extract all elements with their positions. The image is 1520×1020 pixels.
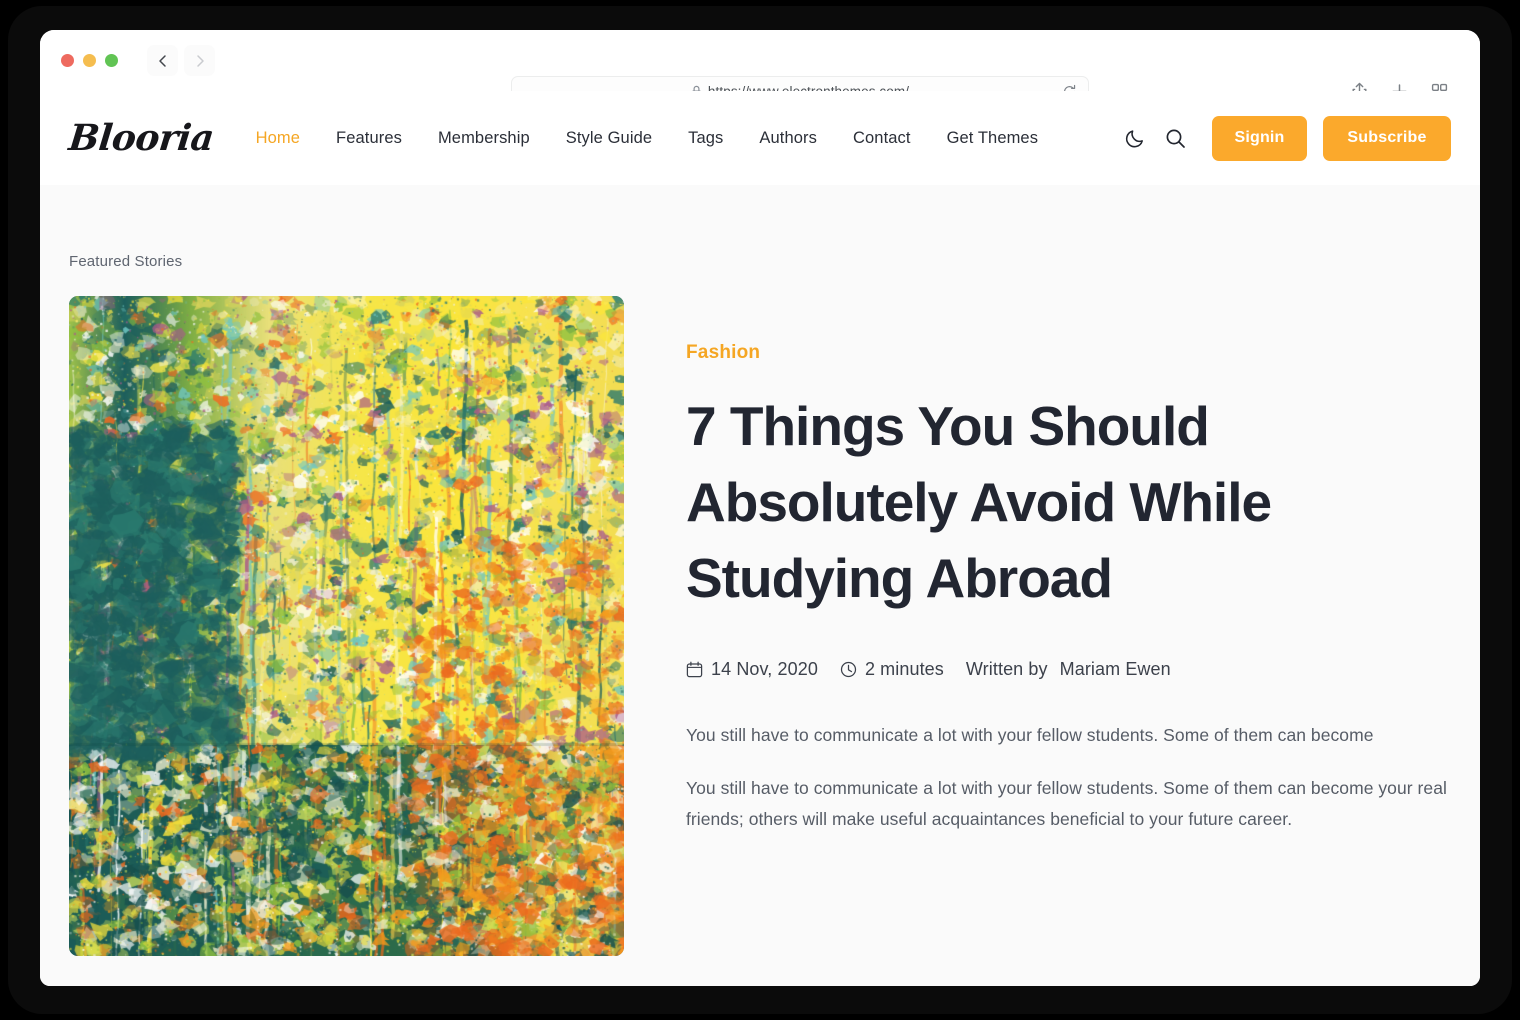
nav-item-get-themes[interactable]: Get Themes xyxy=(929,129,1056,148)
article-excerpt-1: You still have to communicate a lot with… xyxy=(686,724,1374,745)
page-content: Featured Stories Fashion 7 Things You Sh… xyxy=(40,253,1480,956)
search-button[interactable] xyxy=(1156,119,1194,157)
article-read-time: 2 minutes xyxy=(840,659,944,680)
nav-item-home[interactable]: Home xyxy=(238,129,318,148)
artwork-canvas xyxy=(69,296,624,956)
nav-item-features[interactable]: Features xyxy=(318,129,420,148)
nav-item-style-guide[interactable]: Style Guide xyxy=(548,129,670,148)
site-nav-links: Home Features Membership Style Guide Tag… xyxy=(238,129,1056,148)
article-read-time-text: 2 minutes xyxy=(864,658,944,679)
moon-icon xyxy=(1125,130,1143,148)
chevron-left-icon xyxy=(158,54,166,67)
close-window-button[interactable] xyxy=(61,54,74,67)
screenshot-root: https://www.electronthemes.com/ xyxy=(0,0,1520,1020)
nav-item-authors[interactable]: Authors xyxy=(741,129,835,148)
category-tag[interactable]: Fashion xyxy=(686,342,1451,364)
article-meta: 14 Nov, 2020 2 minutes Written by Mariam… xyxy=(686,659,1451,680)
site-nav-actions: Signin Subscribe xyxy=(1116,115,1451,161)
nav-item-membership[interactable]: Membership xyxy=(420,129,548,148)
browser-toolbar: https://www.electronthemes.com/ xyxy=(40,30,1480,106)
article-author[interactable]: Mariam Ewen xyxy=(1060,659,1171,680)
chevron-right-icon xyxy=(196,54,204,67)
site-navbar: Blooria Home Features Membership Style G… xyxy=(40,91,1480,185)
nav-item-contact[interactable]: Contact xyxy=(835,129,929,148)
window-traffic-lights xyxy=(61,54,118,67)
browser-window: https://www.electronthemes.com/ xyxy=(40,30,1480,986)
minimize-window-button[interactable] xyxy=(83,54,96,67)
website-viewport: Blooria Home Features Membership Style G… xyxy=(40,91,1480,986)
subscribe-button[interactable]: Subscribe xyxy=(1323,115,1451,161)
article-title[interactable]: 7 Things You Should Absolutely Avoid Whi… xyxy=(686,389,1386,617)
nav-item-tags[interactable]: Tags xyxy=(670,129,741,148)
clock-icon xyxy=(840,661,857,677)
signin-button[interactable]: Signin xyxy=(1212,115,1307,161)
article-excerpt-2: You still have to communicate a lot with… xyxy=(686,777,1447,829)
article-date: 14 Nov, 2020 xyxy=(686,659,818,680)
back-button[interactable] xyxy=(147,45,178,76)
maximize-window-button[interactable] xyxy=(105,54,118,67)
browser-nav-arrows xyxy=(147,45,215,76)
forward-button[interactable] xyxy=(184,45,215,76)
written-by-label: Written by xyxy=(965,658,1048,679)
article-date-text: 14 Nov, 2020 xyxy=(711,658,818,679)
site-logo[interactable]: Blooria xyxy=(67,117,216,159)
dark-mode-toggle[interactable] xyxy=(1116,119,1154,157)
featured-story-image[interactable] xyxy=(69,296,624,956)
featured-story-body: Fashion 7 Things You Should Absolutely A… xyxy=(686,296,1451,956)
search-icon xyxy=(1166,129,1185,148)
section-label-featured-stories: Featured Stories xyxy=(69,253,183,270)
featured-story: Fashion 7 Things You Should Absolutely A… xyxy=(69,296,1451,956)
calendar-icon xyxy=(686,661,703,677)
